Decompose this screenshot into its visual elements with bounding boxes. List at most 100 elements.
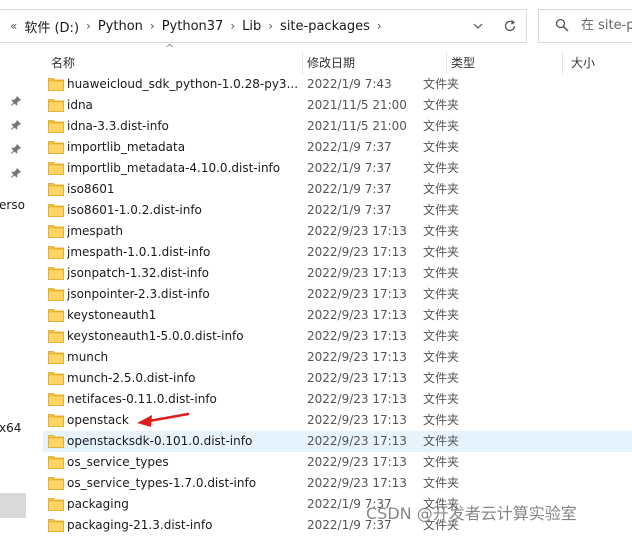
pin-icon[interactable] <box>11 96 21 106</box>
column-header-type[interactable]: 类型 <box>443 52 563 74</box>
column-header-date[interactable]: 修改日期 <box>299 52 447 74</box>
table-row[interactable]: munch 2022/9/23 17:13 文件夹 <box>43 347 632 368</box>
file-name[interactable]: os_service_types-1.7.0.dist-info <box>67 473 299 494</box>
table-row[interactable]: iso8601 2022/1/9 7:37 文件夹 <box>43 179 632 200</box>
table-row[interactable]: idna-3.3.dist-info 2021/11/5 21:00 文件夹 <box>43 116 632 137</box>
table-row[interactable]: importlib_metadata-4.10.0.dist-info 2022/… <box>43 158 632 179</box>
file-date: 2022/9/23 17:13 <box>307 413 407 427</box>
file-type: 文件夹 <box>423 98 460 112</box>
nav-item-selected[interactable] <box>0 493 26 518</box>
file-name[interactable]: keystoneauth1-5.0.0.dist-info <box>67 326 299 347</box>
file-name[interactable]: importlib_metadata <box>67 137 299 158</box>
file-name[interactable]: jmespath <box>67 221 299 242</box>
file-type: 文件夹 <box>423 140 460 154</box>
file-name[interactable]: importlib_metadata-4.10.0.dist-info <box>67 158 299 179</box>
table-row[interactable]: jmespath 2022/9/23 17:13 文件夹 <box>43 221 632 242</box>
table-row[interactable]: idna 2021/11/5 21:00 文件夹 <box>43 95 632 116</box>
file-type: 文件夹 <box>423 161 460 175</box>
chevron-right-icon[interactable]: › <box>83 19 94 33</box>
table-row[interactable]: munch-2.5.0.dist-info 2022/9/23 17:13 文件夹 <box>43 368 632 389</box>
search-input[interactable]: 在 site-pa <box>538 9 632 43</box>
chevron-right-icon[interactable]: › <box>374 19 385 33</box>
file-name[interactable]: keystoneauth1 <box>67 305 299 326</box>
folder-icon <box>48 162 64 175</box>
pin-icon[interactable] <box>11 120 21 130</box>
table-row[interactable]: os_service_types 2022/9/23 17:13 文件夹 <box>43 452 632 473</box>
file-date: 2022/9/23 17:13 <box>307 476 407 490</box>
table-row[interactable]: keystoneauth1-5.0.0.dist-info 2022/9/23 1… <box>43 326 632 347</box>
file-type: 文件夹 <box>423 266 460 280</box>
file-date: 2022/9/23 17:13 <box>307 350 407 364</box>
search-icon <box>555 18 569 32</box>
chevron-right-icon[interactable]: › <box>227 19 238 33</box>
table-row[interactable]: importlib_metadata 2022/1/9 7:37 文件夹 <box>43 137 632 158</box>
file-date: 2022/1/9 7:37 <box>307 182 392 196</box>
file-name[interactable]: packaging-21.3.dist-info <box>67 515 299 536</box>
file-type: 文件夹 <box>423 434 460 448</box>
address-bar-row: « 软件 (D:) › Python › Python37 › Lib › si… <box>0 0 632 52</box>
file-name[interactable]: iso8601-1.0.2.dist-info <box>67 200 299 221</box>
table-row[interactable]: jmespath-1.0.1.dist-info 2022/9/23 17:13 文… <box>43 242 632 263</box>
file-type: 文件夹 <box>423 476 460 490</box>
folder-icon <box>48 204 64 217</box>
file-name[interactable]: idna <box>67 95 299 116</box>
nav-item-partial[interactable]: erso <box>0 198 25 212</box>
file-date: 2022/9/23 17:13 <box>307 287 407 301</box>
file-type: 文件夹 <box>423 287 460 301</box>
table-row[interactable]: huaweicloud_sdk_python-1.0.28-py3... 2022… <box>43 74 632 95</box>
breadcrumb-site-packages[interactable]: site-packages <box>276 19 374 34</box>
folder-icon <box>48 267 64 280</box>
file-name[interactable]: jsonpatch-1.32.dist-info <box>67 263 299 284</box>
table-row[interactable]: keystoneauth1 2022/9/23 17:13 文件夹 <box>43 305 632 326</box>
file-type: 文件夹 <box>423 77 460 91</box>
file-date: 2022/9/23 17:13 <box>307 224 407 238</box>
file-type: 文件夹 <box>423 413 460 427</box>
folder-icon <box>48 183 64 196</box>
folder-icon <box>48 141 64 154</box>
table-row[interactable]: os_service_types-1.7.0.dist-info 2022/9/2… <box>43 473 632 494</box>
table-row[interactable]: netifaces-0.11.0.dist-info 2022/9/23 17:1… <box>43 389 632 410</box>
chevron-down-icon[interactable] <box>462 10 494 42</box>
folder-icon <box>48 393 64 406</box>
breadcrumb-drive[interactable]: 软件 (D:) <box>20 17 83 36</box>
nav-item-partial[interactable]: x64 <box>0 421 21 435</box>
file-name[interactable]: huaweicloud_sdk_python-1.0.28-py3... <box>67 74 299 95</box>
table-row[interactable]: openstacksdk-0.101.0.dist-info 2022/9/23 … <box>43 431 632 452</box>
folder-icon <box>48 99 64 112</box>
file-name[interactable]: idna-3.3.dist-info <box>67 116 299 137</box>
file-name[interactable]: jsonpointer-2.3.dist-info <box>67 284 299 305</box>
column-header-name[interactable]: 名称 <box>43 52 303 74</box>
file-name[interactable]: packaging <box>67 494 299 515</box>
table-row[interactable]: openstack 2022/9/23 17:13 文件夹 <box>43 410 632 431</box>
file-name[interactable]: openstacksdk-0.101.0.dist-info <box>67 431 299 452</box>
column-header-size[interactable]: 大小 <box>563 52 632 74</box>
breadcrumb-overflow[interactable]: « <box>7 19 20 33</box>
table-row[interactable]: jsonpointer-2.3.dist-info 2022/9/23 17:13… <box>43 284 632 305</box>
folder-icon <box>48 477 64 490</box>
file-name[interactable]: netifaces-0.11.0.dist-info <box>67 389 299 410</box>
annotation-arrow-icon <box>137 412 190 427</box>
file-date: 2022/9/23 17:13 <box>307 455 407 469</box>
file-name[interactable]: iso8601 <box>67 179 299 200</box>
breadcrumb-lib[interactable]: Lib <box>238 19 265 34</box>
chevron-right-icon[interactable]: › <box>147 19 158 33</box>
table-row[interactable]: jsonpatch-1.32.dist-info 2022/9/23 17:13 文… <box>43 263 632 284</box>
table-row[interactable]: iso8601-1.0.2.dist-info 2022/1/9 7:37 文件夹 <box>43 200 632 221</box>
pin-icon[interactable] <box>11 168 21 178</box>
pin-icon[interactable] <box>11 144 21 154</box>
file-name[interactable]: jmespath-1.0.1.dist-info <box>67 242 299 263</box>
refresh-button[interactable] <box>494 9 527 43</box>
file-name[interactable]: os_service_types <box>67 452 299 473</box>
file-name[interactable]: munch-2.5.0.dist-info <box>67 368 299 389</box>
file-date: 2022/1/9 7:43 <box>307 77 392 91</box>
chevron-right-icon[interactable]: › <box>265 19 276 33</box>
folder-icon <box>48 330 64 343</box>
folder-icon <box>48 225 64 238</box>
file-date: 2022/9/23 17:13 <box>307 371 407 385</box>
breadcrumb-python[interactable]: Python <box>94 19 147 34</box>
file-type: 文件夹 <box>423 392 460 406</box>
breadcrumb-python37[interactable]: Python37 <box>158 19 228 34</box>
address-bar[interactable]: « 软件 (D:) › Python › Python37 › Lib › si… <box>0 9 497 43</box>
file-date: 2021/11/5 21:00 <box>307 119 407 133</box>
file-name[interactable]: munch <box>67 347 299 368</box>
